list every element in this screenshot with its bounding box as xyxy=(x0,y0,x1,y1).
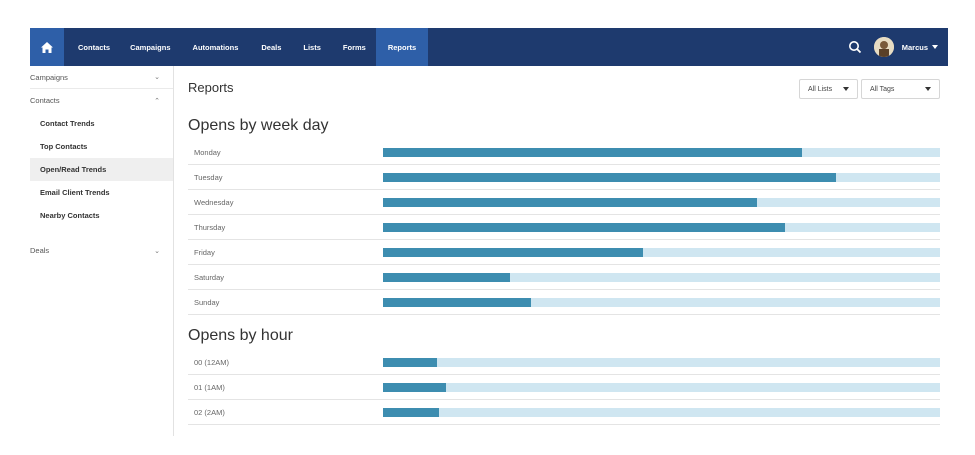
hour-bar xyxy=(383,408,439,417)
weekday-bar-track xyxy=(383,173,940,182)
user-name: Marcus xyxy=(901,42,928,52)
lists-filter-value: All Lists xyxy=(808,85,833,93)
nav-item-forms[interactable]: Forms xyxy=(343,28,366,66)
hour-bar-track xyxy=(383,383,940,392)
tags-filter-value: All Tags xyxy=(870,85,895,93)
sidebar-item-top-contacts[interactable]: Top Contacts xyxy=(30,135,173,158)
weekday-row: Monday xyxy=(188,140,940,165)
weekday-row: Friday xyxy=(188,240,940,265)
sidebar-group-campaigns[interactable]: Campaigns ⌄ xyxy=(30,66,173,89)
weekday-bar xyxy=(383,173,837,182)
sidebar-group-deals[interactable]: Deals ⌄ xyxy=(30,239,173,262)
weekday-row: Saturday xyxy=(188,265,940,290)
weekday-label: Wednesday xyxy=(194,197,234,207)
weekday-row: Tuesday xyxy=(188,165,940,190)
chevron-down-icon xyxy=(932,45,938,49)
hour-bar xyxy=(383,383,446,392)
weekday-bar-track xyxy=(383,273,940,282)
weekday-row: Thursday xyxy=(188,215,940,240)
weekday-bar-track xyxy=(383,148,940,157)
sidebar-item-email-client-trends[interactable]: Email Client Trends xyxy=(30,181,173,204)
user-menu[interactable]: Marcus xyxy=(902,43,938,52)
nav-right: Marcus xyxy=(848,28,948,66)
hour-label: 01 (1AM) xyxy=(194,382,225,392)
page-title: Reports xyxy=(188,80,234,95)
weekday-label: Tuesday xyxy=(194,172,223,182)
weekday-bar xyxy=(383,148,802,157)
avatar[interactable] xyxy=(873,37,894,57)
nav-item-deals[interactable]: Deals xyxy=(261,28,281,66)
hour-row: 01 (1AM) xyxy=(188,375,940,400)
weekday-bar xyxy=(383,223,786,232)
nav-menu: Contacts Campaigns Automations Deals Lis… xyxy=(76,28,429,66)
nav-item-automations[interactable]: Automations xyxy=(193,28,239,66)
nav-item-reports[interactable]: Reports xyxy=(375,28,429,66)
weekday-bar xyxy=(383,198,757,207)
sidebar-item-contact-trends[interactable]: Contact Trends xyxy=(30,112,173,135)
hour-label: 00 (12AM) xyxy=(194,357,230,367)
sidebar-group-contacts[interactable]: Contacts ⌃ xyxy=(30,89,173,112)
nav-item-contacts[interactable]: Contacts xyxy=(78,28,110,66)
sidebar-group-label: Contacts xyxy=(30,96,60,105)
top-navigation: Contacts Campaigns Automations Deals Lis… xyxy=(30,28,948,66)
hour-bar-track xyxy=(383,408,940,417)
weekday-label: Thursday xyxy=(194,222,226,232)
chevron-down-icon xyxy=(843,87,849,91)
weekday-label: Monday xyxy=(194,147,221,157)
home-button[interactable] xyxy=(30,28,64,66)
chevron-down-icon: ⌄ xyxy=(154,74,160,81)
weekday-section-title: Opens by week day xyxy=(188,117,329,134)
hour-bar-track xyxy=(383,358,940,367)
lists-filter-dropdown[interactable]: All Lists xyxy=(799,79,858,99)
hour-section-title: Opens by hour xyxy=(188,327,293,344)
weekday-bar-track xyxy=(383,298,940,307)
hour-label: 02 (2AM) xyxy=(194,407,225,417)
chevron-up-icon: ⌃ xyxy=(154,97,160,105)
hour-row: 00 (12AM) xyxy=(188,350,940,375)
tags-filter-dropdown[interactable]: All Tags xyxy=(861,79,940,99)
weekday-bar-track xyxy=(383,198,940,207)
weekday-bar-track xyxy=(383,248,940,257)
sidebar-group-label: Campaigns xyxy=(30,72,68,82)
nav-item-lists[interactable]: Lists xyxy=(303,28,321,66)
chevron-down-icon: ⌄ xyxy=(154,247,160,255)
search-icon[interactable] xyxy=(848,40,862,54)
sidebar-group-label: Deals xyxy=(30,246,50,255)
weekday-bar xyxy=(383,248,644,257)
chevron-down-icon xyxy=(925,87,931,91)
sidebar-item-nearby-contacts[interactable]: Nearby Contacts xyxy=(30,204,173,227)
weekday-label: Saturday xyxy=(194,272,225,282)
sidebar-item-open-read-trends[interactable]: Open/Read Trends xyxy=(30,158,173,181)
weekday-bar xyxy=(383,298,532,307)
sidebar: Campaigns ⌄ Contacts ⌃ Contact Trends To… xyxy=(30,66,174,436)
weekday-label: Friday xyxy=(194,247,215,257)
hour-row: 02 (2AM) xyxy=(188,400,940,425)
hour-bar xyxy=(383,358,438,367)
weekday-row: Wednesday xyxy=(188,190,940,215)
weekday-row: Sunday xyxy=(188,290,940,315)
weekday-bar-track xyxy=(383,223,940,232)
nav-item-campaigns[interactable]: Campaigns xyxy=(130,28,170,66)
weekday-label: Sunday xyxy=(194,297,220,307)
home-icon xyxy=(41,41,53,53)
weekday-bar xyxy=(383,273,510,282)
